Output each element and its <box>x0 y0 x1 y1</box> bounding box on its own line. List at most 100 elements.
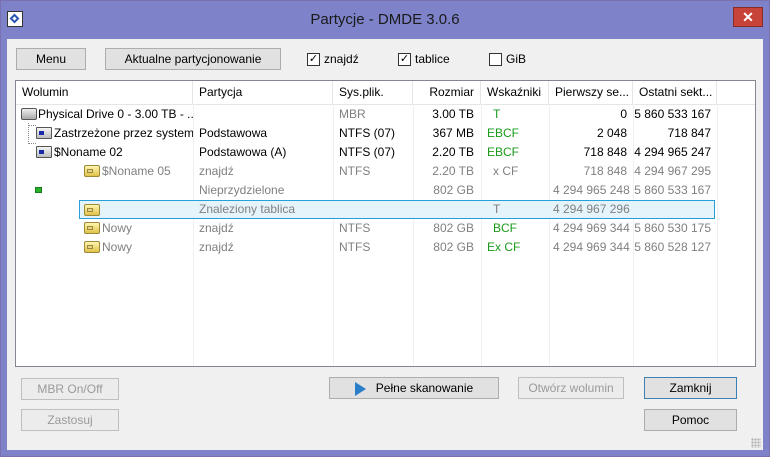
open-volume-button[interactable]: Otwórz wolumin <box>518 377 624 399</box>
menu-button[interactable]: Menu <box>16 48 86 70</box>
found-volume-icon <box>84 204 100 216</box>
column-header-last-sector[interactable]: Ostatni sekt... <box>633 81 717 104</box>
row-size: 802 GB <box>433 240 474 254</box>
row-volume: $Noname 05 <box>102 164 171 178</box>
row-volume: Zastrzeżone przez system <box>54 126 193 140</box>
resize-grip[interactable] <box>751 438 761 448</box>
row-partition <box>199 105 333 124</box>
row-first-sector: 2 048 <box>596 126 627 140</box>
close-window-button[interactable]: ✕ <box>733 7 763 27</box>
column-header-size[interactable]: Rozmiar <box>413 81 481 104</box>
row-filesystem: NTFS <box>339 221 371 235</box>
row-flags: x CF <box>493 164 519 178</box>
row-partition: Podstawowa <box>199 126 268 140</box>
row-size: 802 GB <box>433 183 474 197</box>
row-flags: EBCF <box>487 145 520 159</box>
row-first-sector: 4 294 969 344 <box>553 240 630 254</box>
row-partition: Znaleziony tablica <box>199 202 296 216</box>
table-row[interactable]: Nowy znajdź NTFS 802 GB BCF 4 294 969 34… <box>16 219 755 238</box>
row-first-sector: 4 294 967 296 <box>553 202 630 216</box>
row-filesystem: NTFS <box>339 164 371 178</box>
table-row[interactable]: Zastrzeżone przez system Podstawowa NTFS… <box>16 124 755 143</box>
apply-button[interactable]: Zastosuj <box>21 409 119 431</box>
row-volume: Nowy <box>102 221 133 235</box>
row-partition: znajdź <box>199 221 234 235</box>
found-volume-icon <box>84 241 100 253</box>
row-last-sector: 5 860 533 167 <box>634 107 711 121</box>
partition-list[interactable]: Wolumin Partycja Sys.plik. Rozmiar Wskaź… <box>15 80 756 367</box>
row-filesystem: NTFS <box>339 240 371 254</box>
row-size: 2.20 TB <box>432 145 474 159</box>
checkbox-gib-label: GiB <box>506 52 527 66</box>
disk-icon <box>21 108 37 120</box>
checkbox-gib[interactable]: GiB <box>489 51 526 67</box>
table-row[interactable]: $Noname 02 Podstawowa (A) NTFS (07) 2.20… <box>16 143 755 162</box>
table-row[interactable]: Physical Drive 0 - 3.00 TB - ... MBR 3.0… <box>16 105 755 124</box>
row-volume: $Noname 02 <box>54 145 123 159</box>
mbr-toggle-button[interactable]: MBR On/Off <box>21 378 119 400</box>
row-flags: EBCF <box>487 126 520 140</box>
column-header-volume[interactable]: Wolumin <box>16 81 193 104</box>
row-last-sector: 5 860 528 127 <box>634 240 711 254</box>
row-size: 3.00 TB <box>432 107 474 121</box>
checkbox-found-label: znajdź <box>324 52 359 66</box>
row-size: 367 MB <box>432 126 474 140</box>
row-partition: Podstawowa (A) <box>199 145 287 159</box>
dialog-client-area: Menu Aktualne partycjonowanie ✓ znajdź ✓… <box>7 39 763 450</box>
row-flags: BCF <box>493 221 517 235</box>
checkbox-gib-box[interactable] <box>489 52 502 66</box>
full-scan-label: Pełne skanowanie <box>375 381 474 395</box>
row-partition: znajdź <box>199 240 234 254</box>
row-partition: Nieprzydzielone <box>199 183 285 197</box>
window-title: Partycje - DMDE 3.0.6 <box>310 11 460 28</box>
found-volume-icon <box>84 165 100 177</box>
row-first-sector: 718 848 <box>583 164 627 178</box>
row-first-sector: 4 294 969 344 <box>553 221 630 235</box>
row-filesystem: NTFS (07) <box>339 145 396 159</box>
row-volume: Nowy <box>102 240 133 254</box>
checkbox-tables-box[interactable]: ✓ <box>398 52 411 66</box>
partition-icon <box>36 127 52 139</box>
checkbox-found[interactable]: ✓ znajdź <box>307 51 359 67</box>
row-size: 802 GB <box>433 221 474 235</box>
table-row-selected[interactable]: Znaleziony tablica T 4 294 967 296 <box>79 200 715 219</box>
row-last-sector: 4 294 967 295 <box>634 164 711 178</box>
column-header-first-sector[interactable]: Pierwszy se... <box>549 81 633 104</box>
row-flags: Ex CF <box>487 240 521 254</box>
row-volume: Physical Drive 0 - 3.00 TB - ... <box>38 107 193 121</box>
found-volume-icon <box>84 222 100 234</box>
unallocated-icon <box>35 187 42 193</box>
play-icon <box>354 381 366 396</box>
close-button[interactable]: Zamknij <box>644 377 737 399</box>
table-row[interactable]: Nowy znajdź NTFS 802 GB Ex CF 4 294 969 … <box>16 238 755 257</box>
dmde-window: Partycje - DMDE 3.0.6 ✕ Menu Aktualne pa… <box>0 0 770 457</box>
full-scan-button[interactable]: Pełne skanowanie <box>329 377 499 399</box>
row-first-sector: 4 294 965 248 <box>553 183 630 197</box>
help-button[interactable]: Pomoc <box>644 409 737 431</box>
partition-icon <box>36 146 52 158</box>
row-flags: T <box>493 202 501 216</box>
table-row[interactable]: Nieprzydzielone 802 GB 4 294 965 248 5 8… <box>16 181 755 200</box>
column-header-partition[interactable]: Partycja <box>193 81 333 104</box>
row-filesystem: NTFS (07) <box>339 126 396 140</box>
row-last-sector: 5 860 533 167 <box>634 183 711 197</box>
current-partitioning-button[interactable]: Aktualne partycjonowanie <box>105 48 281 70</box>
table-row[interactable]: $Noname 05 znajdź NTFS 2.20 TB x CF 718 … <box>16 162 755 181</box>
row-size: 2.20 TB <box>432 164 474 178</box>
row-partition: znajdź <box>199 164 234 178</box>
column-header-filler <box>717 81 755 104</box>
row-flags: T <box>493 107 501 121</box>
column-header-filesystem[interactable]: Sys.plik. <box>333 81 413 104</box>
checkbox-tables[interactable]: ✓ tablice <box>398 51 450 67</box>
row-filesystem: MBR <box>339 107 366 121</box>
checkbox-tables-label: tablice <box>415 52 450 66</box>
list-header: Wolumin Partycja Sys.plik. Rozmiar Wskaź… <box>16 81 755 105</box>
row-last-sector: 718 847 <box>667 126 711 140</box>
title-bar[interactable]: Partycje - DMDE 3.0.6 ✕ <box>1 1 769 39</box>
row-last-sector: 5 860 530 175 <box>634 221 711 235</box>
checkbox-found-box[interactable]: ✓ <box>307 52 320 66</box>
row-last-sector: 4 294 965 247 <box>634 145 711 159</box>
row-first-sector: 0 <box>620 107 627 121</box>
column-header-flags[interactable]: Wskaźniki <box>481 81 549 104</box>
row-first-sector: 718 848 <box>583 145 627 159</box>
